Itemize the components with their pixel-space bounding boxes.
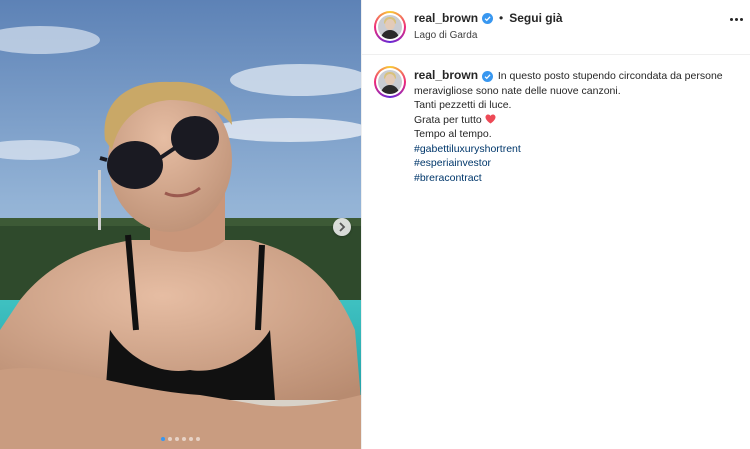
caption-avatar[interactable] — [374, 66, 406, 98]
separator-dot: • — [499, 11, 504, 25]
carousel-next-button[interactable] — [333, 218, 351, 236]
carousel-dot — [161, 437, 165, 441]
hashtag-link[interactable]: #esperiainvestor — [414, 156, 744, 171]
verified-badge-icon — [481, 70, 493, 82]
carousel-dot — [196, 437, 200, 441]
profile-picture — [378, 15, 402, 39]
carousel-dot — [189, 437, 193, 441]
hashtag-link[interactable]: #breracontract — [414, 171, 744, 186]
post-header: real_brown • Segui già Lago di Garda — [362, 0, 750, 55]
carousel-dot — [168, 437, 172, 441]
caption-text-line: Tempo al tempo. — [414, 128, 492, 140]
red-heart-icon — [485, 113, 496, 124]
post-caption: real_brown In questo posto stupendo circ… — [414, 68, 744, 185]
caption-text-line: Grata per tutto — [414, 113, 744, 128]
caption-text: Grata per tutto — [414, 113, 482, 126]
profile-picture — [378, 70, 402, 94]
post-side-panel: real_brown • Segui già Lago di Garda rea… — [361, 0, 750, 449]
caption-username[interactable]: real_brown — [414, 68, 478, 82]
hashtag-link[interactable]: #gabettiluxuryshortrent — [414, 142, 744, 157]
post-media[interactable] — [0, 0, 361, 449]
header-username[interactable]: real_brown — [414, 11, 478, 25]
verified-badge-icon — [482, 12, 494, 24]
more-options-button[interactable] — [730, 18, 743, 21]
chevron-right-icon — [339, 222, 346, 232]
post-photo — [0, 0, 361, 449]
avatar[interactable] — [374, 11, 406, 43]
carousel-indicator — [0, 437, 361, 441]
carousel-dot — [182, 437, 186, 441]
more-horizontal-icon — [730, 18, 733, 21]
following-button[interactable]: Segui già — [509, 11, 562, 25]
caption-text-line: Tanti pezzetti di luce. — [414, 99, 512, 111]
carousel-dot — [175, 437, 179, 441]
location-link[interactable]: Lago di Garda — [414, 30, 477, 41]
